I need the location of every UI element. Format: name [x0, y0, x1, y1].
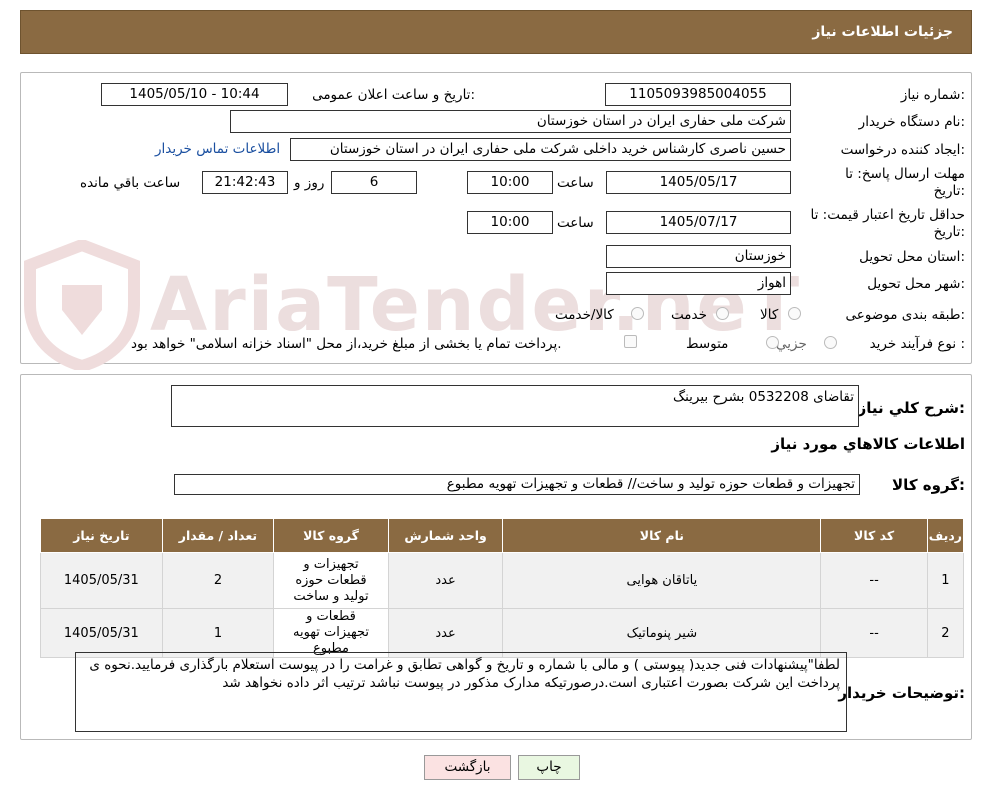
item-unit: عدد — [387, 552, 504, 609]
category-label: طبقه بندی موضوعی: — [845, 307, 965, 323]
validity-date-field[interactable]: 1405/07/17 — [606, 211, 791, 234]
requester-field[interactable]: حسین ناصری کارشناس خرید داخلی شرکت ملی ح… — [290, 138, 791, 161]
deadline-label-line2: تاریخ: — [933, 183, 965, 199]
category-radio-service[interactable] — [716, 307, 729, 320]
buyer-notes-field[interactable]: لطفا"پیشنهادات فنی جدید( پیوستی ) و مالی… — [75, 652, 847, 732]
deadline-label-line1: مهلت ارسال پاسخ: تا — [845, 166, 965, 182]
buyer-notes-label: توضيحات خريدار: — [838, 684, 965, 702]
province-field[interactable]: خوزستان — [606, 245, 791, 268]
announce-datetime-field[interactable]: 1405/05/10 - 10:44 — [101, 83, 288, 106]
item-code: -- — [820, 552, 928, 609]
validity-time-label: ساعت — [557, 215, 594, 231]
items-table: رديف کد کالا نام کالا واحد شمارش گروه کا… — [40, 518, 965, 658]
general-desc-field[interactable]: تقاضای 0532208 بشرح بیرینگ — [171, 385, 859, 427]
treasury-checkbox[interactable] — [624, 335, 637, 348]
table-row[interactable]: 1 -- یاتاقان هوایی عدد تجهیزات و قطعات ح… — [40, 552, 965, 609]
goods-group-label: گروه کالا: — [892, 476, 965, 494]
watermark-shield-icon — [24, 240, 140, 370]
requester-label: ایجاد کننده درخواست: — [840, 142, 965, 158]
days-left-field[interactable]: 6 — [331, 171, 417, 194]
province-label: استان محل تحویل: — [859, 249, 965, 265]
general-desc-label: شرح کلي نياز: — [857, 399, 965, 417]
table-row[interactable]: 2 -- شیر پنوماتیک عدد قطعات و تجهیزات ته… — [40, 608, 965, 658]
day-and-label: روز و — [294, 175, 325, 191]
validity-label-line2: تاریخ: — [933, 224, 965, 240]
page-header: جزئیات اطلاعات نیاز — [20, 10, 972, 54]
item-date: 1405/05/31 — [40, 552, 163, 609]
treasury-note: پرداخت تمام یا بخشی از مبلغ خرید،از محل … — [131, 336, 562, 352]
validity-time-field[interactable]: 10:00 — [467, 211, 553, 234]
buyer-org-label: نام دستگاه خریدار: — [858, 114, 965, 130]
deadline-time-field[interactable]: 10:00 — [467, 171, 553, 194]
time-left-field[interactable]: 21:42:43 — [202, 171, 288, 194]
deadline-time-label: ساعت — [557, 175, 594, 191]
col-group: گروه کالا — [273, 518, 389, 553]
col-unit: واحد شمارش — [387, 518, 504, 553]
col-date: تاریخ نیاز — [40, 518, 163, 553]
category-option-goods: کالا — [760, 307, 779, 323]
row-number: 1 — [926, 552, 965, 609]
item-name: یاتاقان هوایی — [502, 552, 822, 609]
item-group: تجهیزات و قطعات حوزه تولید و ساخت — [273, 552, 389, 609]
page-title: جزئیات اطلاعات نیاز — [812, 24, 953, 40]
process-radio-minor[interactable] — [824, 336, 837, 349]
goods-group-field[interactable]: تجهیزات و قطعات حوزه تولید و ساخت// قطعا… — [174, 474, 860, 495]
row-number: 2 — [926, 608, 965, 658]
item-group: قطعات و تجهیزات تهویه مطبوع — [273, 608, 389, 658]
buyer-contact-link[interactable]: اطلاعات تماس خریدار — [155, 141, 280, 157]
item-name: شیر پنوماتیک — [502, 608, 822, 658]
category-radio-goods[interactable] — [788, 307, 801, 320]
item-date: 1405/05/31 — [40, 608, 163, 658]
need-number-field[interactable]: 1105093985004055 — [605, 83, 791, 106]
col-code: کد کالا — [820, 518, 928, 553]
process-option-medium: متوسط — [686, 336, 729, 352]
deadline-label: مهلت ارسال پاسخ: تا تاریخ: — [845, 166, 965, 200]
process-type-label: نوع فرآیند خرید : — [869, 336, 965, 352]
validity-label-line1: حداقل تاریخ اعتبار قیمت: تا — [810, 207, 965, 223]
goods-info-heading: اطلاعات کالاهاي مورد نياز — [771, 435, 965, 453]
category-radio-goods-service[interactable] — [631, 307, 644, 320]
deadline-date-field[interactable]: 1405/05/17 — [606, 171, 791, 194]
city-label: شهر محل تحویل: — [867, 276, 965, 292]
back-button[interactable]: بازگشت — [424, 755, 511, 780]
item-qty: 2 — [161, 552, 275, 609]
validity-label: حداقل تاریخ اعتبار قیمت: تا تاریخ: — [811, 207, 965, 241]
process-option-minor: جزیي — [776, 336, 807, 352]
category-option-goods-service: کالا/خدمت — [555, 307, 614, 323]
category-option-service: خدمت — [671, 307, 707, 323]
col-qty: تعداد / مقدار — [161, 518, 275, 553]
print-button[interactable]: چاپ — [518, 755, 580, 780]
col-name: نام کالا — [502, 518, 822, 553]
col-row: رديف — [926, 518, 965, 553]
buyer-org-field[interactable]: شرکت ملی حفاری ایران در استان خوزستان — [230, 110, 791, 133]
process-radio-medium[interactable] — [766, 336, 779, 349]
item-unit: عدد — [387, 608, 504, 658]
item-code: -- — [820, 608, 928, 658]
remaining-label: ساعت باقي مانده — [80, 175, 181, 191]
table-header-row: رديف کد کالا نام کالا واحد شمارش گروه کا… — [40, 518, 965, 553]
city-field[interactable]: اهواز — [606, 272, 791, 295]
item-qty: 1 — [161, 608, 275, 658]
need-number-label: شماره نیاز: — [900, 87, 965, 103]
announce-datetime-label: تاریخ و ساعت اعلان عمومی: — [312, 87, 475, 103]
